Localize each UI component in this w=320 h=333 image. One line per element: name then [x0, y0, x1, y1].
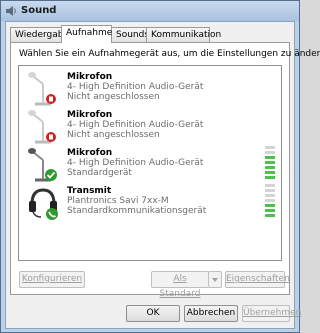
level-segment — [265, 156, 275, 159]
set-default-dropdown-button[interactable] — [208, 271, 222, 288]
sound-dialog: Sound Wiedergabe Aufnahme Sounds Kommuni… — [0, 0, 320, 333]
default-check-badge — [45, 169, 57, 181]
level-segment — [265, 199, 275, 202]
list-item[interactable]: Mikrofon 4- High Definition Audio-Gerät … — [19, 70, 281, 106]
device-status: Standardkommunikationsgerät — [67, 206, 207, 216]
device-name: Mikrofon — [67, 72, 113, 82]
device-status: Nicht angeschlossen — [67, 130, 160, 140]
cancel-button[interactable]: Abbrechen — [184, 305, 238, 322]
level-segment — [265, 176, 275, 179]
title-bar[interactable]: Sound — [1, 1, 299, 21]
properties-button[interactable]: Eigenschaften — [225, 271, 290, 288]
level-segment — [265, 209, 275, 212]
device-description: 4- High Definition Audio-Gerät — [67, 158, 204, 168]
communication-phone-badge — [46, 208, 58, 220]
device-description: Plantronics Savi 7xx-M — [67, 196, 169, 206]
tab-aufnahme[interactable]: Aufnahme — [61, 25, 112, 43]
microphone-icon — [28, 72, 56, 106]
level-segment — [265, 214, 275, 217]
level-segment — [265, 166, 275, 169]
device-name: Transmit — [67, 186, 112, 196]
device-status: Nicht angeschlossen — [67, 92, 160, 102]
ok-button[interactable]: OK — [126, 305, 180, 322]
device-status: Standardgerät — [67, 168, 132, 178]
level-segment — [265, 151, 275, 154]
tab-wiedergabe[interactable]: Wiedergabe — [10, 27, 69, 42]
window-title: Sound — [21, 5, 57, 16]
instruction-text: Wählen Sie ein Aufnahmegerät aus, um die… — [19, 49, 320, 59]
level-meter — [265, 146, 275, 182]
device-name: Mikrofon — [67, 110, 113, 120]
list-item[interactable]: Mikrofon 4- High Definition Audio-Gerät … — [19, 146, 281, 182]
level-segment — [265, 194, 275, 197]
microphone-icon — [28, 148, 57, 182]
device-description: 4- High Definition Audio-Gerät — [67, 120, 204, 130]
chevron-down-icon — [212, 278, 218, 282]
headset-icon — [29, 188, 58, 220]
speaker-icon — [6, 6, 16, 16]
device-name: Mikrofon — [67, 148, 113, 158]
set-default-button[interactable]: Als Standard — [151, 271, 209, 299]
level-segment — [265, 184, 275, 187]
level-meter — [265, 184, 275, 220]
device-list[interactable]: Mikrofon 4- High Definition Audio-Gerät … — [18, 65, 282, 261]
level-segment — [265, 189, 275, 192]
dialog-body: Wiedergabe Aufnahme Sounds Kommunikation… — [5, 21, 320, 329]
level-segment — [265, 161, 275, 164]
configure-button[interactable]: Konfigurieren — [19, 271, 85, 288]
level-segment — [265, 171, 275, 174]
apply-button[interactable]: Übernehmen — [242, 305, 301, 322]
list-item[interactable]: Mikrofon 4- High Definition Audio-Gerät … — [19, 108, 281, 144]
recording-tab-panel: Wählen Sie ein Aufnahmegerät aus, um die… — [10, 42, 320, 299]
microphone-icon — [28, 110, 56, 144]
list-item[interactable]: Transmit Plantronics Savi 7xx-M Standard… — [19, 184, 281, 220]
level-segment — [265, 204, 275, 207]
tab-sounds[interactable]: Sounds — [111, 27, 149, 42]
level-segment — [265, 146, 275, 149]
device-description: 4- High Definition Audio-Gerät — [67, 82, 204, 92]
tab-kommunikation[interactable]: Kommunikation — [146, 27, 221, 42]
